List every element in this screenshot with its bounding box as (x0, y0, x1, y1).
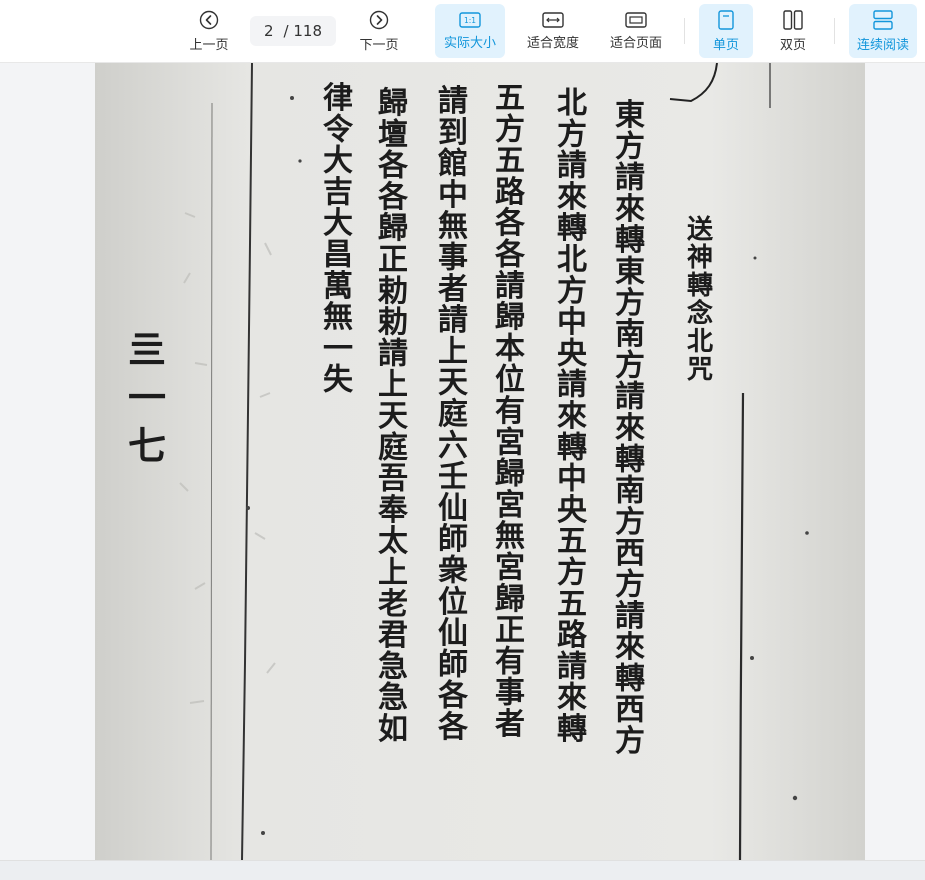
continuous-reading-button[interactable]: 连续阅读 (849, 4, 917, 58)
double-page-icon (783, 9, 803, 30)
single-page-icon (718, 9, 734, 30)
fit-page-icon (625, 11, 647, 28)
viewer-toolbar: 上一页 2 / 118 下一页 1:1 实际大小 适合宽度 适合页面 单页 双页… (0, 0, 925, 63)
fit-page-label: 适合页面 (609, 35, 662, 51)
margin-note: 亖一七 (128, 327, 166, 468)
text-column: 五方五路各各請歸本位有宮歸宮無宮歸正有事者 (494, 81, 526, 742)
text-column: 請到館中無事者請上天庭六壬仙師衆位仙師各各 (437, 84, 469, 745)
continuous-reading-label: 连续阅读 (856, 37, 909, 53)
fit-width-label: 适合宽度 (526, 35, 579, 51)
toolbar-divider (684, 18, 685, 44)
document-viewport[interactable]: 送神轉念北咒 東方請來轉東方南方請來轉南方西方請來轉西方 北方請來轉北方中央請來轉中… (0, 63, 925, 860)
double-page-label: 双页 (779, 37, 806, 53)
single-page-label: 单页 (712, 37, 739, 53)
text-column: 律令大吉大昌萬無一失 (323, 81, 354, 398)
double-page-button[interactable]: 双页 (766, 4, 820, 58)
next-page-button[interactable]: 下一页 (352, 4, 406, 58)
current-page-number[interactable]: 2 (264, 22, 274, 40)
fit-page-button[interactable]: 适合页面 (601, 4, 671, 58)
actual-size-icon: 1:1 (459, 11, 481, 28)
scanned-page-image: 送神轉念北咒 東方請來轉東方南方請來轉南方西方請來轉西方北方請來轉北方中央請來轉中… (95, 63, 865, 860)
actual-size-button[interactable]: 1:1 实际大小 (435, 4, 505, 58)
page-total: / 118 (283, 22, 322, 40)
scanned-page: 送神轉念北咒 東方請來轉東方南方請來轉南方西方請來轉西方 北方請來轉北方中央請來轉中… (95, 63, 865, 860)
document-heading: 送神轉念北咒 (687, 215, 713, 385)
text-column: 歸壇各各歸正勅勅請上天庭吾奉太上老君急急如 (377, 86, 409, 747)
next-page-label: 下一页 (359, 37, 399, 53)
actual-size-badge: 1:1 (464, 16, 476, 25)
toolbar-divider (834, 18, 835, 44)
chevron-right-circle-icon (369, 10, 389, 29)
text-column: 東方請來轉東方南方請來轉南方西方請來轉西方 (615, 98, 645, 759)
page-number-input[interactable]: 2 / 118 (250, 16, 336, 46)
fit-width-button[interactable]: 适合宽度 (518, 4, 588, 58)
single-page-button[interactable]: 单页 (699, 4, 753, 58)
continuous-reading-icon (873, 9, 893, 30)
chevron-left-circle-icon (199, 10, 219, 29)
fit-width-icon (542, 11, 564, 28)
actual-size-label: 实际大小 (443, 35, 496, 51)
text-column: 北方請來轉北方中央請來轉中央五方五路請來轉 (557, 86, 588, 747)
prev-page-button[interactable]: 上一页 (182, 4, 236, 58)
prev-page-label: 上一页 (189, 37, 229, 53)
horizontal-scrollbar[interactable] (0, 860, 925, 880)
